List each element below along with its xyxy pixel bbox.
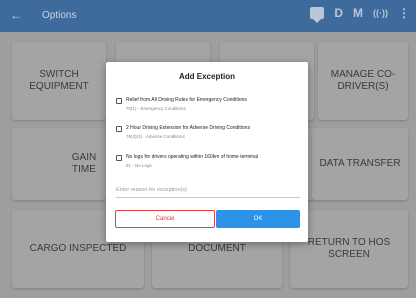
- driver-status-d-icon[interactable]: D: [334, 6, 343, 20]
- ok-button[interactable]: OK: [216, 210, 300, 228]
- signal-icon[interactable]: ((·)): [373, 8, 388, 18]
- tile-label: DATA TRANSFER: [319, 158, 401, 169]
- add-exception-dialog: Add Exception Relief from All Driving Ru…: [106, 62, 308, 242]
- tile-switch-equipment[interactable]: SWITCH EQUIPMENT: [12, 42, 106, 120]
- tile-label: GAIN TIME: [71, 152, 97, 175]
- toolbar-icons: D M ((·)) ⋮: [310, 6, 410, 23]
- exception-sublabel: 70(1) - Emergency Conditions: [126, 106, 186, 111]
- exception-checkbox[interactable]: [116, 155, 122, 161]
- exception-label: Relief from All Driving Rules for Emerge…: [126, 97, 247, 103]
- tile-gain-time[interactable]: GAIN TIME: [12, 128, 106, 200]
- exception-checkbox[interactable]: [116, 126, 122, 132]
- exception-sublabel: 76(2)(3) - Adverse Conditions: [126, 134, 185, 139]
- cancel-button[interactable]: Cancel: [115, 210, 215, 228]
- page-title: Options: [42, 10, 77, 21]
- tile-label: SWITCH EQUIPMENT: [29, 69, 89, 92]
- tile-data-transfer[interactable]: DATA TRANSFER: [312, 128, 408, 200]
- exception-label: No logs for drivers operating within 160…: [126, 154, 259, 160]
- app-bar: ← Options D M ((·)) ⋮: [0, 0, 416, 32]
- back-arrow-icon[interactable]: ←: [10, 8, 22, 22]
- exception-label: 2 Hour Driving Extension for Adverse Dri…: [126, 125, 250, 131]
- dialog-title: Add Exception: [178, 72, 235, 81]
- chat-icon[interactable]: [310, 7, 325, 23]
- exception-checkbox[interactable]: [116, 98, 122, 104]
- tile-label: MANAGE CO-DRIVER(S): [330, 69, 396, 92]
- more-options-icon[interactable]: ⋮: [398, 6, 410, 20]
- tile-label: CARGO INSPECTED: [29, 243, 127, 254]
- tile-label: DOCUMENT: [188, 243, 246, 254]
- exception-sublabel: 81 - No Logs: [126, 163, 152, 168]
- tile-manage-co-drivers[interactable]: MANAGE CO-DRIVER(S): [318, 42, 408, 120]
- reason-input[interactable]: Enter reason for exception(s): [116, 186, 300, 198]
- driver-status-m-icon[interactable]: M: [353, 6, 363, 20]
